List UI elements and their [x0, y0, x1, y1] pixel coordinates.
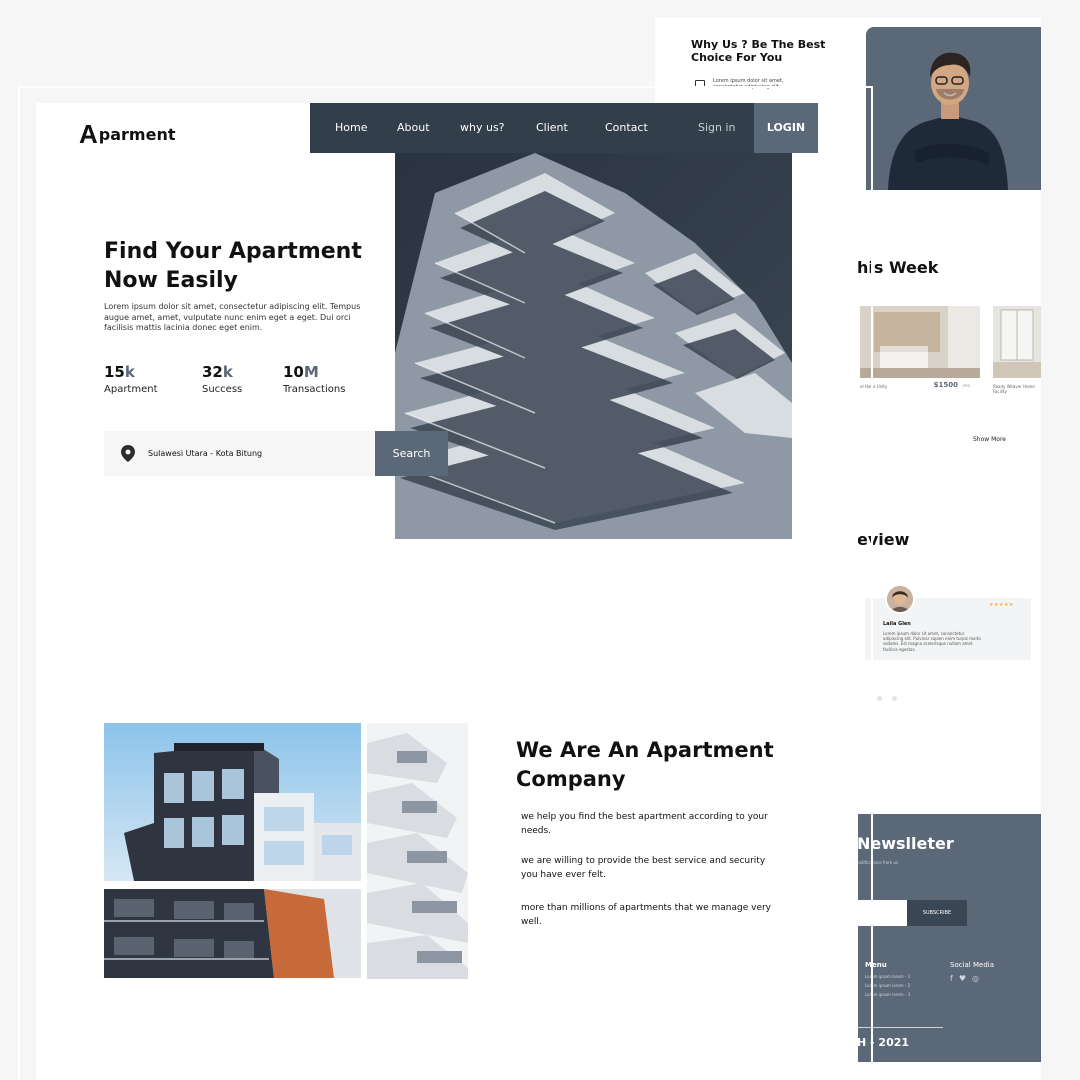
- login-button[interactable]: LOGIN: [754, 103, 818, 153]
- stat-value: 15k: [104, 363, 135, 381]
- nav-client[interactable]: Client: [536, 103, 568, 153]
- about-paragraph: more than millions of apartments that we…: [521, 903, 772, 927]
- hero-building-image: [395, 153, 792, 539]
- property-caption: Ready Weaver Home Facility: [993, 384, 1035, 394]
- footer-social-title: Social Media: [950, 961, 995, 969]
- review-carousel-dots[interactable]: [877, 696, 897, 701]
- location-pin-icon: [121, 445, 135, 462]
- stat-label: Success: [202, 384, 243, 395]
- nav-home[interactable]: Home: [335, 103, 367, 153]
- stat-transactions: 10M Transactions: [283, 363, 345, 396]
- sign-in-link[interactable]: Sign in: [698, 103, 736, 153]
- review-text: Lorem ipsum dolor sit amet, consectetur …: [883, 631, 981, 652]
- property-card[interactable]: el Hotel Unity $1500 /mo: [860, 306, 980, 411]
- location-search-input[interactable]: Sulawesi Utara - Kota Bitung: [104, 431, 376, 476]
- location-value: Sulawesi Utara - Kota Bitung: [148, 449, 263, 458]
- stat-value: 32k: [202, 363, 233, 381]
- subscribe-button[interactable]: SUBSCRIBE: [907, 900, 967, 926]
- reviewer-name: Laila Glen: [883, 621, 911, 627]
- review-rating-stars: ★★★★★: [989, 602, 1014, 608]
- about-paragraph: we are willing to provide the best servi…: [521, 856, 766, 880]
- hero-title: Find Your Apartment Now Easily: [104, 239, 362, 293]
- property-price: $1500: [933, 381, 958, 389]
- show-more-link[interactable]: Show More: [973, 436, 1006, 444]
- stat-value: 10M: [283, 363, 319, 381]
- stat-label: Transactions: [283, 384, 346, 395]
- navbar: Home About why us? Client Contact Sign i…: [310, 103, 818, 153]
- nav-contact[interactable]: Contact: [605, 103, 648, 153]
- apartment-photo-1: [104, 723, 361, 881]
- apartment-photo-3: [367, 723, 468, 979]
- stat-success: 32k Success: [202, 363, 242, 396]
- reviewer-avatar: [885, 584, 915, 614]
- facebook-icon[interactable]: f: [950, 974, 953, 984]
- search-button[interactable]: Search: [375, 431, 448, 476]
- logo[interactable]: A parment: [79, 121, 175, 147]
- property-card[interactable]: Ready Weaver Home Facility: [993, 306, 1041, 411]
- hero-description: Lorem ipsum dolor sit amet, consectetur …: [104, 302, 361, 332]
- instagram-icon[interactable]: ◎: [972, 974, 979, 984]
- stat-apartment: 15k Apartment: [104, 363, 158, 396]
- footer: Newslleter notifications from us SUBSCRI…: [857, 814, 1041, 1062]
- nav-why-us[interactable]: why us?: [460, 103, 505, 153]
- social-icons: f ♥ ◎: [950, 974, 979, 984]
- front-page: A parment Home About why us? Client Cont…: [36, 103, 858, 1080]
- nav-about[interactable]: About: [397, 103, 430, 153]
- about-paragraph: we help you find the best apartment acco…: [521, 812, 768, 836]
- property-image: [993, 306, 1041, 378]
- person-illustration: [866, 27, 1041, 190]
- twitter-icon[interactable]: ♥: [959, 974, 966, 984]
- why-us-title: Why Us ? Be The Best Choice For You: [691, 38, 826, 64]
- stat-label: Apartment: [104, 384, 158, 395]
- apartment-photo-2: [104, 889, 361, 978]
- property-price-unit: /mo: [962, 383, 970, 388]
- logo-mark: A: [79, 119, 98, 149]
- about-title: We Are An Apartment Company: [516, 738, 774, 791]
- property-image: [860, 306, 980, 378]
- testimonial-person-photo: [866, 27, 1041, 190]
- reviewer-avatar-image: [887, 586, 913, 612]
- logo-text: parment: [98, 125, 176, 144]
